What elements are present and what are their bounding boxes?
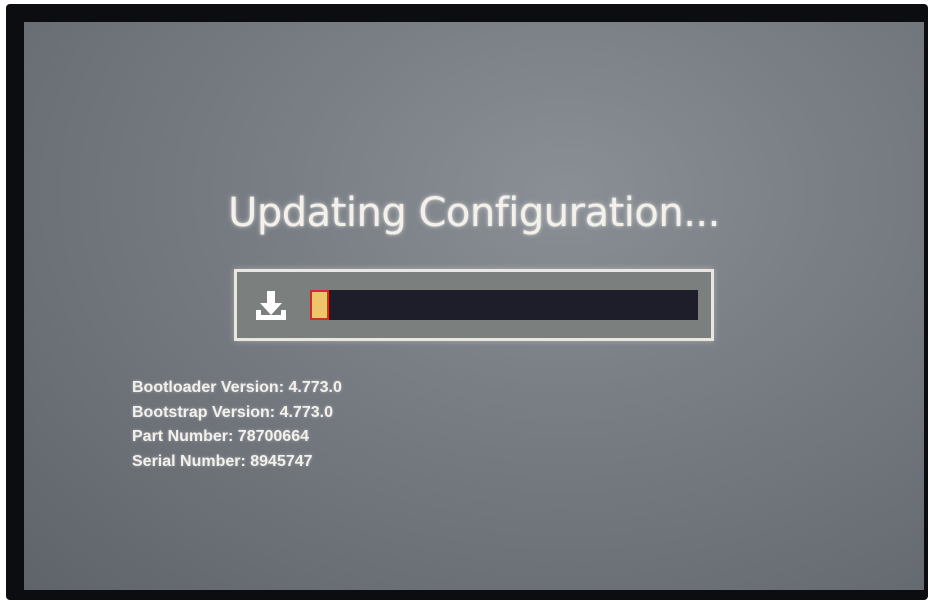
progress-panel (234, 269, 714, 341)
bootstrap-version: Bootstrap Version: 4.773.0 (132, 403, 333, 421)
progress-fill (310, 290, 330, 320)
serial-number: Serial Number: 8945747 (132, 452, 313, 470)
part-number: Part Number: 78700664 (132, 428, 309, 445)
download-icon (256, 291, 286, 320)
device-info: Bootloader Version: 4.773.0 Bootstrap Ve… (132, 376, 342, 474)
progress-track (310, 290, 698, 320)
bootloader-version: Bootloader Version: 4.773.0 (132, 379, 342, 396)
device-screen: Updating Configuration... Bootloader Ver… (24, 22, 924, 590)
page-title: Updating Configuration... (228, 190, 720, 236)
